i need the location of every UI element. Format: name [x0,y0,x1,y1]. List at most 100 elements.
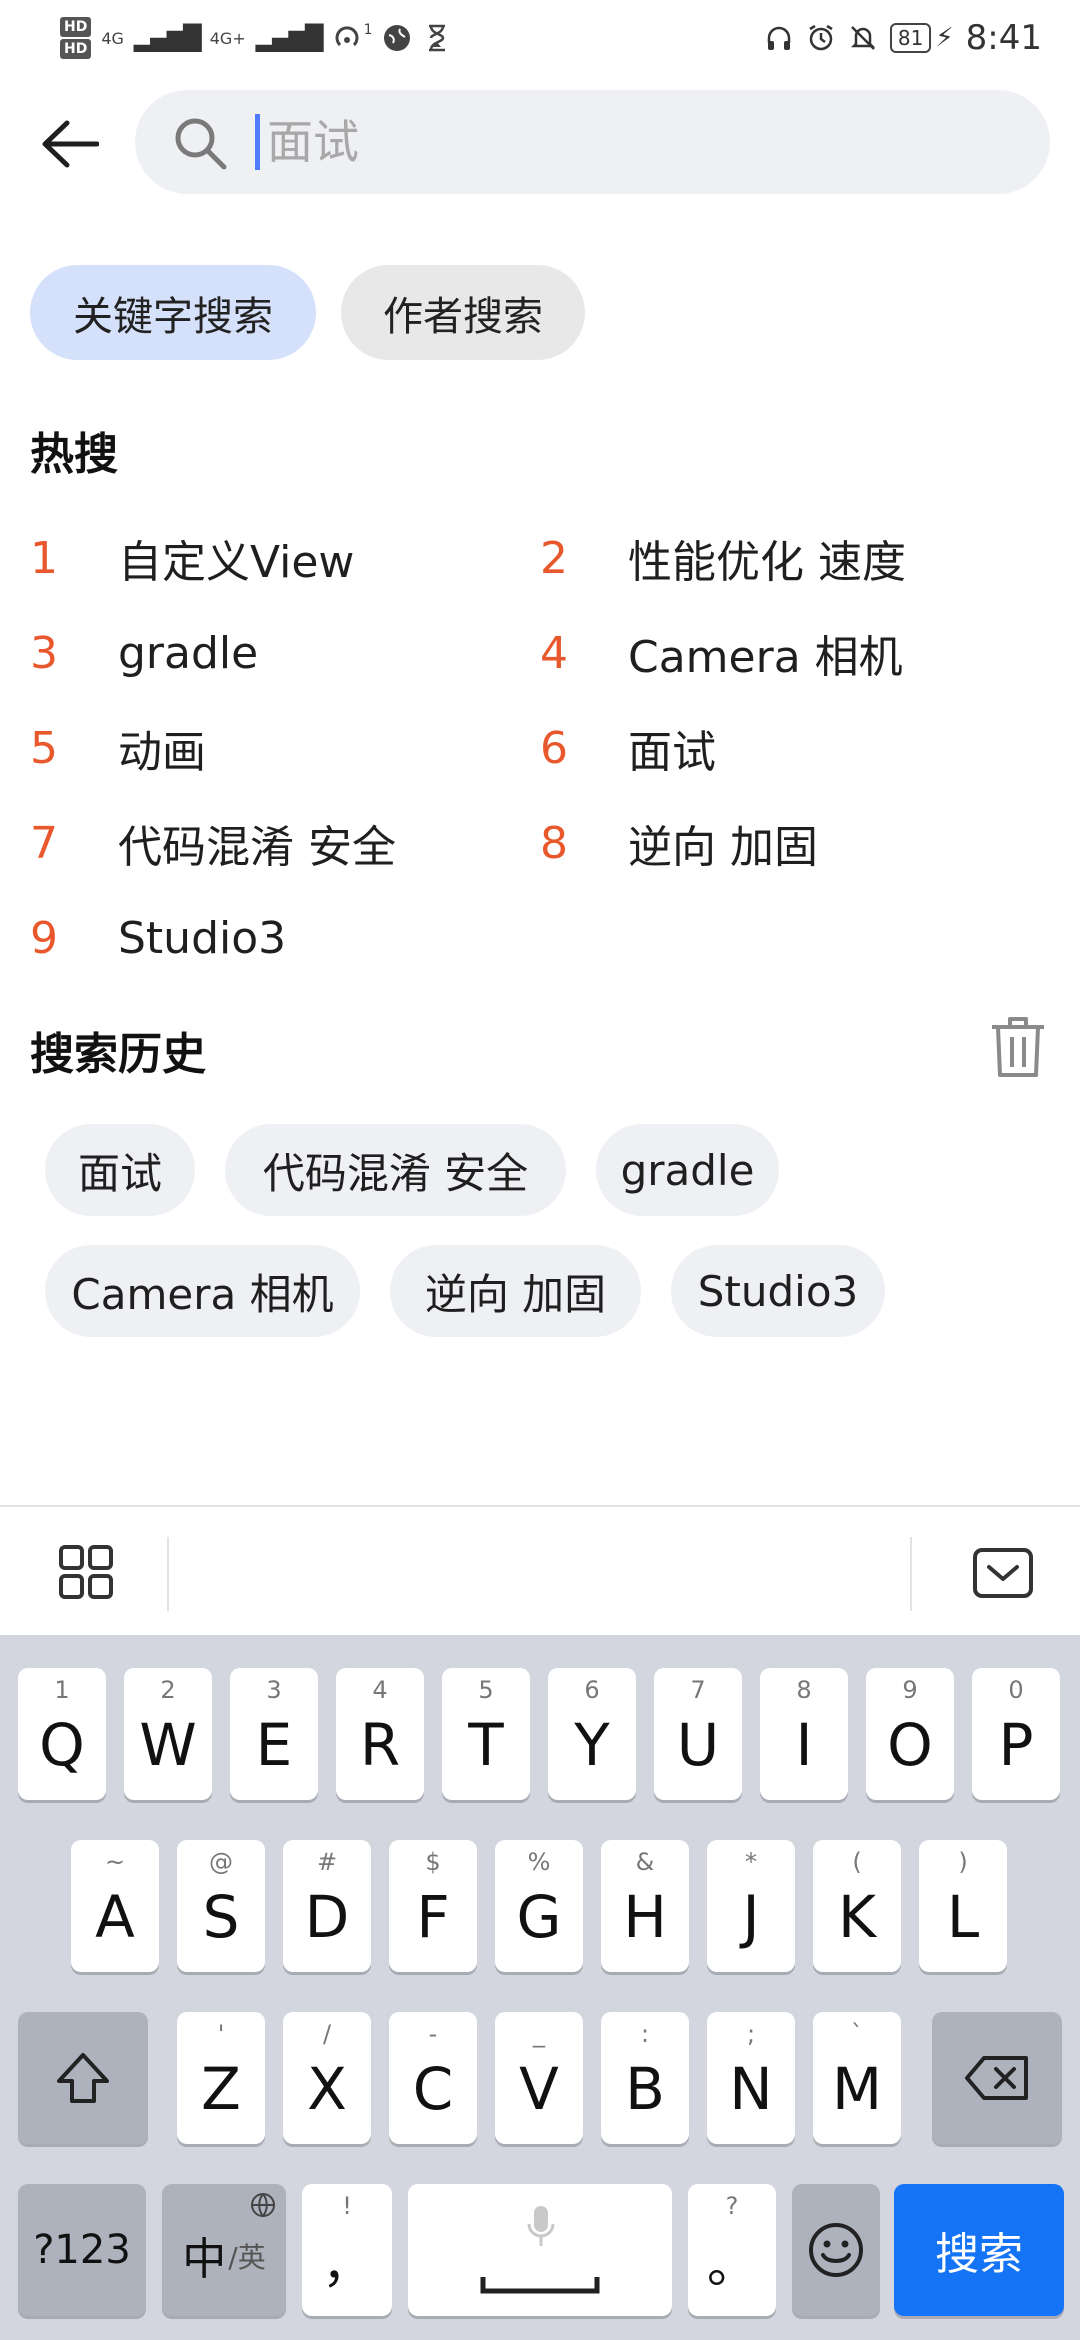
key-r[interactable]: 4R [336,1668,424,1800]
key-label: S [202,1883,240,1951]
key-label: M [831,2055,883,2123]
hot-term: Studio3 [118,912,287,964]
key-c[interactable]: -C [389,2012,477,2144]
clear-history-button[interactable] [988,1015,1048,1079]
key-hint: 2 [160,1676,176,1704]
key-u[interactable]: 7U [654,1668,742,1800]
key-j[interactable]: * J [707,1840,795,1972]
key-h[interactable]: & H [601,1840,689,1972]
hot-item-5[interactable]: 5 动画 [30,713,206,783]
history-chip[interactable]: 逆向 加固 [390,1245,641,1337]
key-s[interactable]: @ S [177,1840,265,1972]
key-hint: @ [209,1848,233,1876]
hot-item-2[interactable]: 2 性能优化 速度 [540,523,906,593]
key-hint: * [745,1848,757,1876]
hot-item-9[interactable]: 9 Studio3 [30,903,286,973]
history-chip[interactable]: gradle [596,1124,779,1216]
period-key[interactable]: ?。 [688,2184,776,2316]
hot-term: 动画 [118,727,206,778]
search-history-title: 搜索历史 [30,1029,206,1080]
key-hint: - [428,2020,438,2048]
status-left: HD HD 4G ▂▄▆█ 4G+ ▂▄▆█ 1 [60,8,452,68]
key-label: U [676,1711,720,1779]
key-hint: ( [852,1848,862,1876]
key-label: V [519,2055,559,2123]
hot-rank: 2 [540,532,568,584]
shift-key[interactable] [18,2012,148,2144]
hotspot-icon [335,26,359,47]
key-m[interactable]: ` M [813,2012,901,2144]
key-d[interactable]: # D [283,1840,371,1972]
comma-key[interactable]: !， [302,2184,392,2316]
key-n[interactable]: ; N [707,2012,795,2144]
hot-item-7[interactable]: 7 代码混淆 安全 [30,808,396,878]
hot-rank: 3 [30,627,58,679]
hot-item-1[interactable]: 1 自定义View [30,523,354,593]
back-button[interactable] [30,104,110,184]
key-i[interactable]: 8I [760,1668,848,1800]
language-switch-key[interactable]: 中 /英 [162,2184,286,2316]
hot-term: 代码混淆 安全 [118,822,396,873]
hot-item-6[interactable]: 6 面试 [540,713,716,783]
key-l[interactable]: ) L [919,1840,1007,1972]
search-key[interactable]: 搜索 [894,2184,1064,2316]
backspace-key[interactable] [932,2012,1062,2144]
hot-rank: 1 [30,532,58,584]
space-bar-icon [480,2277,600,2294]
signal-icon-1: ▂▄▆█ [133,24,202,52]
hide-keyboard-icon[interactable] [972,1547,1034,1599]
key-hint: 6 [584,1676,600,1704]
key-p[interactable]: 0P [972,1668,1060,1800]
hot-item-4[interactable]: 4 Camera 相机 [540,618,903,688]
hot-rank: 4 [540,627,568,679]
key-f[interactable]: $ F [389,1840,477,1972]
toolbar-divider [910,1537,912,1611]
key-label: G [516,1883,562,1951]
key-a[interactable]: ~ A [71,1840,159,1972]
lang-main-label: 中 [182,2234,227,2285]
search-input[interactable] [267,108,1007,176]
tab-author-search[interactable]: 作者搜索 [341,265,585,360]
search-bar[interactable] [135,90,1050,194]
hot-term: Camera 相机 [628,632,903,683]
grid-menu-icon[interactable] [58,1544,114,1600]
emoji-key[interactable] [792,2184,880,2316]
key-hint: 1 [54,1676,70,1704]
key-label: R [359,1711,401,1779]
history-chip[interactable]: 面试 [45,1124,195,1216]
key-label: K [837,1883,877,1951]
key-b[interactable]: :B [601,2012,689,2144]
key-hint: ) [958,1848,968,1876]
key-hint: _ [533,2020,545,2048]
key-w[interactable]: 2W [124,1668,212,1800]
history-chip[interactable]: 代码混淆 安全 [225,1124,566,1216]
history-chip[interactable]: Camera 相机 [45,1245,360,1337]
key-k[interactable]: (K [813,1840,901,1972]
key-v[interactable]: _ V [495,2012,583,2144]
key-e[interactable]: 3E [230,1668,318,1800]
charging-icon: ⚡ [935,23,954,53]
tab-keyword-search[interactable]: 关键字搜索 [30,265,316,360]
key-z[interactable]: ' Z [177,2012,265,2144]
hot-item-8[interactable]: 8 逆向 加固 [540,808,818,878]
hot-item-3[interactable]: 3 gradle [30,618,258,688]
hot-term: 面试 [628,727,716,778]
key-t[interactable]: 5T [442,1668,530,1800]
key-label: 。 [707,2236,757,2294]
hot-term: 性能优化 速度 [628,537,906,588]
history-chip[interactable]: Studio3 [671,1245,885,1337]
space-key[interactable] [408,2184,672,2316]
hotspot-count: 1 [363,22,373,38]
key-x[interactable]: / X [283,2012,371,2144]
hot-search-title: 热搜 [30,429,118,480]
key-hint: 9 [902,1676,918,1704]
network-type-1: 4G [101,28,124,48]
key-q[interactable]: 1Q [18,1668,106,1800]
mute-bell-icon [850,26,875,50]
symbols-switch-key[interactable]: ?123 [18,2184,146,2316]
key-g[interactable]: % G [495,1840,583,1972]
key-y[interactable]: 6Y [548,1668,636,1800]
key-o[interactable]: 9O [866,1668,954,1800]
key-label: W [139,1711,197,1779]
hot-term: gradle [118,627,259,679]
